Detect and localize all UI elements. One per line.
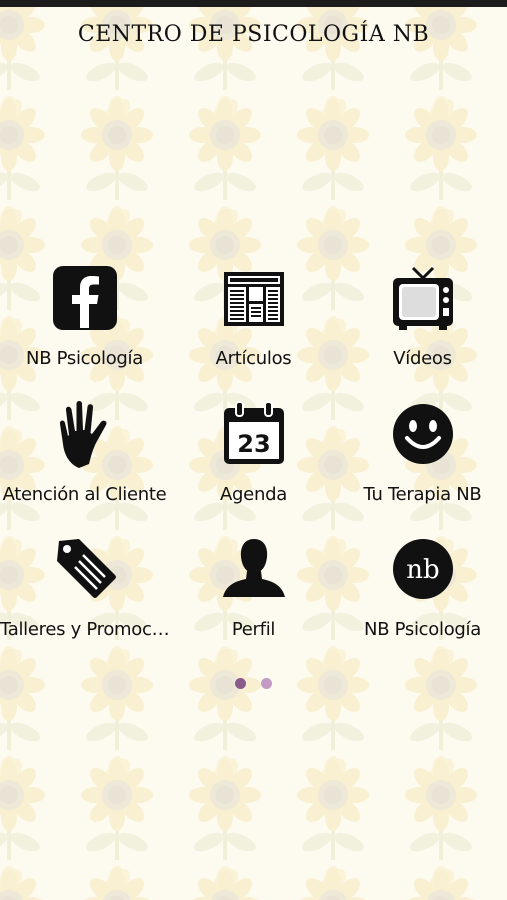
tile-label: Atención al Cliente: [2, 484, 167, 505]
tile-perfil[interactable]: Perfil: [169, 533, 338, 658]
tile-videos[interactable]: Vídeos: [338, 262, 507, 387]
page-indicator: [0, 674, 507, 693]
page-dot-1[interactable]: [234, 678, 246, 689]
tile-label: Vídeos: [393, 348, 452, 369]
tile-label: Tu Terapia NB: [363, 484, 482, 505]
tv-icon: [392, 266, 453, 330]
tile-label: Artículos: [215, 348, 292, 369]
tile-nb-psicologia-facebook[interactable]: NB Psicología: [0, 262, 169, 387]
newspaper-icon: [223, 272, 284, 326]
tile-label: NB Psicología: [26, 348, 143, 369]
smiley-icon: [392, 404, 453, 464]
facebook-icon: [52, 266, 117, 330]
tile-label: Talleres y Promoc…: [0, 619, 170, 640]
tile-label: Agenda: [220, 484, 287, 505]
hand-icon: [59, 401, 106, 468]
tile-label: NB Psicología: [364, 619, 481, 640]
tile-talleres-y-promociones[interactable]: Talleres y Promoc…: [0, 533, 170, 658]
tile-articulos[interactable]: Artículos: [169, 262, 338, 387]
calendar-icon: 23: [223, 401, 284, 464]
tile-nb-psicologia[interactable]: nb NB Psicología: [338, 533, 507, 658]
tile-atencion-al-cliente[interactable]: Atención al Cliente: [0, 398, 169, 523]
tile-agenda[interactable]: 23 Agenda: [169, 398, 338, 523]
app-title: CENTRO DE PSICOLOGÍA NB: [77, 22, 430, 47]
page-dot-2[interactable]: [261, 678, 273, 689]
tile-tu-terapia-nb[interactable]: Tu Terapia NB: [338, 398, 507, 523]
profile-icon: [222, 539, 285, 597]
svg-text:nb: nb: [406, 555, 439, 585]
svg-text:23: 23: [237, 430, 270, 458]
status-bar: [0, 0, 507, 7]
tile-label: Perfil: [231, 619, 276, 640]
tag-icon: [56, 539, 116, 598]
nb-logo-icon: nb: [392, 539, 453, 599]
